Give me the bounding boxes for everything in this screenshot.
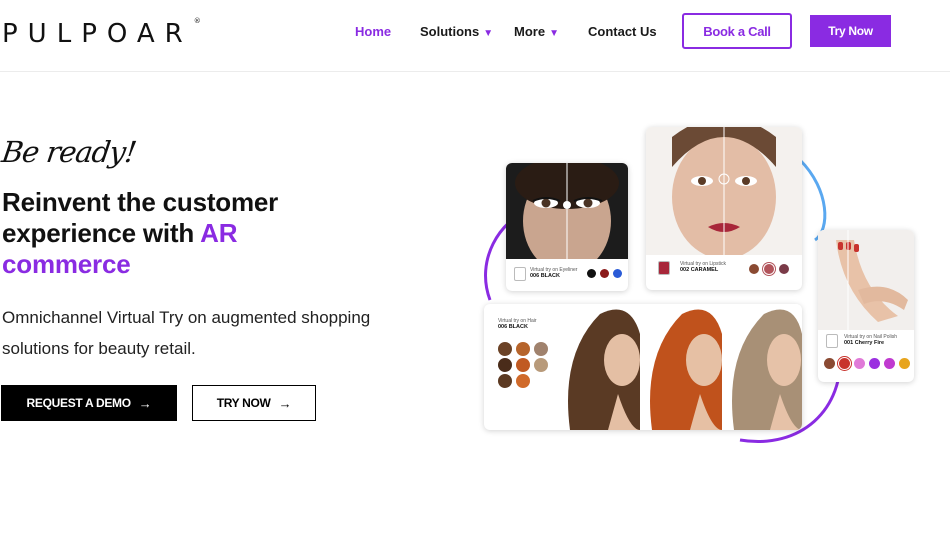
nav-contact-label: Contact Us xyxy=(588,24,657,39)
hair-product: 006 BLACK xyxy=(498,324,528,330)
hair-color-card[interactable]: Virtual try on Hair 006 BLACK xyxy=(484,304,802,430)
hair-swatch-7[interactable] xyxy=(498,374,512,388)
hero-try-now-label: TRY NOW xyxy=(216,396,271,410)
hair-models-photo xyxy=(560,304,802,430)
eyeliner-swatch-blue[interactable] xyxy=(613,269,622,278)
lipstick-swatch-caramel[interactable] xyxy=(749,264,759,274)
hero-subtext: Omnichannel Virtual Try on augmented sho… xyxy=(2,308,371,358)
lipstick-product-icon xyxy=(658,261,670,275)
site-header: PULPOAR ® Home Solutions ▼ More ▼ Contact U… xyxy=(0,0,950,72)
registered-mark: ® xyxy=(193,17,201,25)
nail-caption: Virtual try on Nail Polish 001 Cherry Fi… xyxy=(844,334,897,346)
lipstick-card[interactable]: Virtual try on Lipstick 002 CARAMEL xyxy=(646,127,802,290)
nav-more-label: More xyxy=(514,24,546,39)
hero-tagline: Be ready! xyxy=(0,135,138,169)
hair-swatch-1[interactable] xyxy=(498,342,512,356)
nail-swatch-brown[interactable] xyxy=(824,358,835,369)
nav-home-label: Home xyxy=(355,24,392,39)
hair-swatch-5[interactable] xyxy=(516,358,530,372)
nail-polish-card[interactable]: Virtual try on Nail Polish 001 Cherry Fi… xyxy=(818,230,914,382)
nav-solutions-label: Solutions xyxy=(420,24,480,39)
book-call-label: Book a Call xyxy=(703,23,771,39)
arrow-right-icon: → xyxy=(278,395,292,411)
eyeliner-caption: Virtual try on Eyeliner 006 BLACK xyxy=(530,267,577,279)
request-demo-button[interactable]: REQUEST A DEMO → xyxy=(1,385,177,421)
lipstick-caption: Virtual try on Lipstick 002 CARAMEL xyxy=(680,261,726,273)
lipstick-swatch-plum[interactable] xyxy=(779,264,789,274)
request-demo-label: REQUEST A DEMO xyxy=(26,396,132,410)
nav-contact[interactable]: Contact Us xyxy=(588,24,657,39)
eyeliner-swatch-red[interactable] xyxy=(600,269,609,278)
hair-swatch-8[interactable] xyxy=(516,374,530,388)
lipstick-model-photo xyxy=(646,127,802,255)
nav-home[interactable]: Home xyxy=(355,24,391,39)
logo-text: PULPOAR xyxy=(2,19,193,49)
nail-product-icon xyxy=(826,334,838,348)
nav-solutions[interactable]: Solutions ▼ xyxy=(420,24,493,39)
nail-product: 001 Cherry Fire xyxy=(844,340,885,346)
hair-swatch-2[interactable] xyxy=(516,342,530,356)
eyeliner-card[interactable]: Virtual try on Eyeliner 006 BLACK xyxy=(506,163,628,291)
hair-swatch-4[interactable] xyxy=(498,358,512,372)
hair-swatch-6[interactable] xyxy=(534,358,548,372)
eyeliner-product-icon xyxy=(514,267,526,281)
hero-try-now-button[interactable]: TRY NOW → xyxy=(192,385,316,421)
book-call-button[interactable]: Book a Call xyxy=(682,13,792,49)
nav-more[interactable]: More ▼ xyxy=(514,24,559,39)
try-now-button[interactable]: Try Now xyxy=(810,15,891,47)
chevron-down-icon: ▼ xyxy=(483,28,494,39)
hair-swatch-3[interactable] xyxy=(534,342,548,356)
hero-headline: Reinvent the customer experience with AR… xyxy=(2,187,322,280)
hair-caption: Virtual try on Hair 006 BLACK xyxy=(498,318,537,330)
nail-swatch-gold[interactable] xyxy=(899,358,910,369)
arrow-right-icon: → xyxy=(138,395,152,411)
nail-swatch-pink[interactable] xyxy=(854,358,865,369)
eyeliner-product: 006 BLACK xyxy=(530,273,560,279)
nail-swatch-violet[interactable] xyxy=(869,358,880,369)
chevron-down-icon: ▼ xyxy=(549,28,559,39)
eyeliner-model-photo xyxy=(506,163,628,259)
try-now-label: Try Now xyxy=(828,24,873,38)
nail-hand-photo xyxy=(818,230,914,330)
nail-swatch-magenta[interactable] xyxy=(884,358,895,369)
lipstick-swatch-rose[interactable] xyxy=(764,264,774,274)
eyeliner-swatch-black[interactable] xyxy=(587,269,596,278)
brand-logo[interactable]: PULPOAR ® xyxy=(2,17,201,49)
nail-swatch-cherry[interactable] xyxy=(839,358,850,369)
lipstick-product: 002 CARAMEL xyxy=(680,267,719,273)
